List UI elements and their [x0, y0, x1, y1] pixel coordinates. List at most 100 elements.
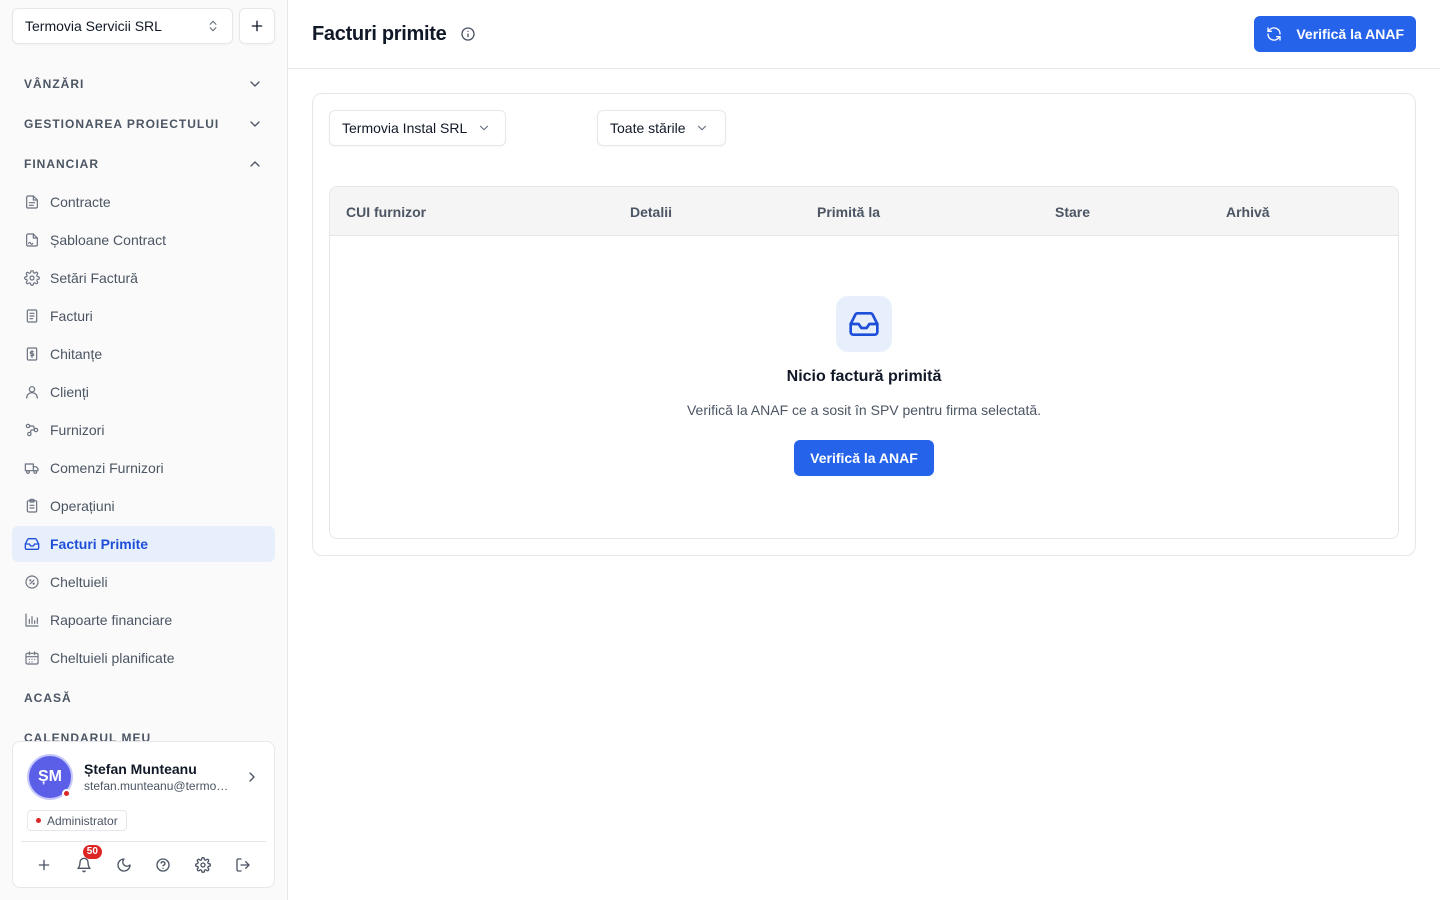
column-header-stare[interactable]: Stare — [1055, 187, 1090, 236]
empty-state: Nicio factură primită Verifică la ANAF c… — [330, 236, 1398, 538]
column-header-primita-la[interactable]: Primită la — [817, 187, 880, 236]
main-content: Facturi primite Verifică la ANAF Termovi… — [288, 0, 1440, 900]
avatar: ȘM — [27, 754, 73, 800]
role-label: Administrator — [47, 813, 118, 828]
section-label: ACASĂ — [24, 691, 72, 705]
file-signature-icon — [24, 232, 40, 248]
sidebar-item-label: Setări Factură — [50, 270, 138, 286]
file-text-icon — [24, 194, 40, 210]
bell-icon — [76, 857, 92, 873]
user-actions: 50 — [21, 841, 266, 887]
sidebar-item-facturi-primite[interactable]: Facturi Primite — [12, 526, 275, 562]
sidebar-item-comenzi-furnizori[interactable]: Comenzi Furnizori — [12, 450, 275, 486]
page-title: Facturi primite — [312, 22, 447, 45]
logout-button[interactable] — [232, 854, 254, 876]
notifications-button[interactable]: 50 — [73, 844, 102, 876]
sidebar: Termovia Servicii SRL VÂNZĂRI GESTIONARE… — [0, 0, 288, 900]
company-filter-value: Termovia Instal SRL — [342, 120, 468, 136]
sidebar-item-cheltuieli[interactable]: Cheltuieli — [12, 564, 275, 600]
calendar-icon — [24, 650, 40, 666]
help-button[interactable] — [152, 854, 174, 876]
app-root: Termovia Servicii SRL VÂNZĂRI GESTIONARE… — [0, 0, 1440, 900]
sidebar-item-contracte[interactable]: Contracte — [12, 184, 275, 220]
status-filter-select[interactable]: Toate stările — [597, 110, 726, 146]
empty-state-verify-button[interactable]: Verifică la ANAF — [794, 440, 934, 476]
verify-anaf-button[interactable]: Verifică la ANAF — [1254, 16, 1416, 52]
sidebar-item-rapoarte-financiare[interactable]: Rapoarte financiare — [12, 602, 275, 638]
clipboard-icon — [24, 498, 40, 514]
sidebar-item-label: Facturi Primite — [50, 536, 149, 552]
add-button[interactable] — [33, 854, 55, 876]
inbox-icon — [836, 296, 892, 352]
sidebar-item-operatiuni[interactable]: Operațiuni — [12, 488, 275, 524]
avatar-initials: ȘM — [38, 768, 62, 785]
theme-toggle-button[interactable] — [113, 854, 135, 876]
workflow-icon — [24, 422, 40, 438]
role-badge: Administrator — [27, 810, 127, 831]
chevron-up-icon — [247, 156, 263, 172]
page-header: Facturi primite Verifică la ANAF — [288, 0, 1440, 69]
sidebar-item-label: Comenzi Furnizori — [50, 460, 164, 476]
user-info: Ștefan Munteanu stefan.munteanu@termovia… — [84, 761, 234, 793]
section-label: GESTIONAREA PROIECTULUI — [24, 117, 220, 131]
plus-icon — [36, 857, 52, 873]
company-select[interactable]: Termovia Servicii SRL — [12, 8, 233, 44]
invoices-card: Termovia Instal SRL Toate stările CUI fu… — [312, 93, 1416, 556]
user-icon — [24, 384, 40, 400]
sidebar-item-sabloane-contract[interactable]: Șabloane Contract — [12, 222, 275, 258]
company-select-value: Termovia Servicii SRL — [25, 18, 162, 34]
chevrons-up-down-icon — [206, 19, 220, 33]
log-out-icon — [235, 857, 251, 873]
sidebar-item-chitante[interactable]: Chitanțe — [12, 336, 275, 372]
moon-icon — [116, 857, 132, 873]
help-circle-icon — [155, 857, 171, 873]
add-company-button[interactable] — [239, 8, 275, 44]
sidebar-item-furnizori[interactable]: Furnizori — [12, 412, 275, 448]
sidebar-nav: VÂNZĂRI GESTIONAREA PROIECTULUI FINANCIA… — [12, 64, 275, 744]
status-filter-value: Toate stările — [610, 120, 686, 136]
sidebar-item-label: Cheltuieli planificate — [50, 650, 175, 666]
status-dot — [62, 789, 71, 798]
sidebar-item-cheltuieli-planificate[interactable]: Cheltuieli planificate — [12, 640, 275, 676]
company-filter-select[interactable]: Termovia Instal SRL — [329, 110, 506, 146]
sidebar-item-label: Operațiuni — [50, 498, 115, 514]
company-row: Termovia Servicii SRL — [12, 8, 275, 44]
sidebar-item-label: Clienți — [50, 384, 89, 400]
info-icon[interactable] — [460, 26, 476, 42]
section-vanzari[interactable]: VÂNZĂRI — [12, 64, 275, 104]
dollar-receipt-icon — [24, 346, 40, 362]
plus-icon — [249, 18, 265, 34]
financiar-items: Contracte Șabloane Contract Setări Factu… — [12, 184, 275, 676]
section-acasa[interactable]: ACASĂ — [12, 678, 275, 718]
sidebar-item-setari-factura[interactable]: Setări Factură — [12, 260, 275, 296]
sidebar-item-label: Furnizori — [50, 422, 105, 438]
sidebar-item-label: Contracte — [50, 194, 111, 210]
column-header-arhiva[interactable]: Arhivă — [1226, 187, 1270, 236]
empty-state-description: Verifică la ANAF ce a sosit în SPV pentr… — [686, 402, 1042, 418]
table-header: CUI furnizor Detalii Primită la Stare Ar… — [330, 187, 1398, 236]
title-wrap: Facturi primite — [312, 23, 476, 46]
refresh-icon — [1266, 26, 1282, 42]
sidebar-item-label: Facturi — [50, 308, 93, 324]
inbox-icon — [24, 536, 40, 552]
bar-chart-icon — [24, 612, 40, 628]
chevron-right-icon — [244, 769, 260, 785]
user-email: stefan.munteanu@termovia.ro — [84, 779, 234, 793]
sidebar-item-clienti[interactable]: Clienți — [12, 374, 275, 410]
column-header-cui[interactable]: CUI furnizor — [346, 187, 426, 236]
section-label: VÂNZĂRI — [24, 77, 85, 91]
sidebar-item-facturi[interactable]: Facturi — [12, 298, 275, 334]
column-header-detalii[interactable]: Detalii — [630, 187, 672, 236]
user-name: Ștefan Munteanu — [84, 761, 197, 777]
user-profile-row[interactable]: ȘM Ștefan Munteanu stefan.munteanu@termo… — [13, 742, 274, 800]
user-card: ȘM Ștefan Munteanu stefan.munteanu@termo… — [12, 741, 275, 888]
section-gestionare[interactable]: GESTIONAREA PROIECTULUI — [12, 104, 275, 144]
circle-slash-icon — [24, 574, 40, 590]
settings-button[interactable] — [192, 854, 214, 876]
verify-anaf-label: Verifică la ANAF — [1296, 26, 1404, 42]
truck-icon — [24, 460, 40, 476]
chevron-down-icon — [247, 76, 263, 92]
section-financiar[interactable]: FINANCIAR — [12, 144, 275, 184]
sidebar-item-label: Cheltuieli — [50, 574, 108, 590]
chevron-down-icon — [247, 116, 263, 132]
